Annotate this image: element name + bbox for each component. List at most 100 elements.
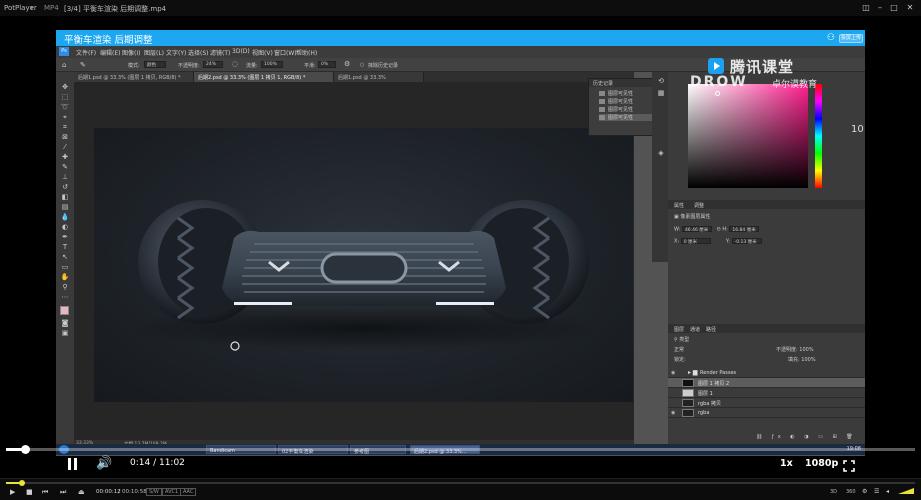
chevron-down-icon[interactable]: ▾ [30,4,34,12]
pp-seek-knob[interactable] [19,480,26,486]
pp-tag[interactable]: S/W [146,488,162,496]
menu-image[interactable]: 图像(I) [122,48,140,57]
menu-select[interactable]: 选择(S) [188,48,209,57]
frame-tool-icon[interactable]: ⊠ [60,134,70,141]
home-icon[interactable]: ⌂ [62,61,66,69]
layer-row[interactable]: 图层 1 [668,388,865,398]
next-icon[interactable]: ⏭ [60,488,66,497]
gradient-tool-icon[interactable]: ▤ [60,204,70,211]
crop-tool-icon[interactable]: ⌗ [60,124,70,131]
eye-icon[interactable]: ◉ [671,410,675,416]
smooth-input[interactable]: 0% [318,61,336,68]
speed-button[interactable]: 1x [780,458,793,469]
zoom-tool-icon[interactable]: ⚲ [60,284,70,291]
layer-actions[interactable]: ⛓ ƒx ◐ ◑ ▭ ⊞ 🗑 [756,434,857,440]
width-input[interactable]: 46.46 厘米 [681,226,712,233]
layer-row[interactable]: ◉ rgba [668,408,865,418]
pp-seek-bar[interactable] [6,480,915,486]
eye-icon[interactable]: ◉ [671,370,675,376]
share-icon[interactable]: ⚇ [827,33,835,43]
blur-tool-icon[interactable]: 💧 [60,214,70,221]
menu-layer[interactable]: 图层(L) [144,48,164,57]
video-area[interactable]: 平衡车渲染 后期调整 ⚇ 投屏上传 Ps 文件(F) 编辑(E) 图像(I) 图… [0,16,921,456]
hue-slider[interactable] [815,84,822,188]
minimize-icon[interactable]: – [874,2,886,14]
close-icon[interactable]: ✕ [904,2,916,14]
canvas-area[interactable] [74,82,634,440]
flow-input[interactable]: 100% [261,61,283,68]
eraser-icon[interactable]: ✎ [80,61,86,69]
quick-mask-icon[interactable]: ◙ [60,320,70,327]
eraser-tool-icon[interactable]: ◧ [60,194,70,201]
menu-file[interactable]: 文件(F) [76,48,96,57]
menu-3d[interactable]: 3D(D) [232,48,250,55]
layer-opacity[interactable]: 不透明度: 100% [776,346,814,353]
menu-filter[interactable]: 滤镜(T) [210,48,230,57]
hand-tool-icon[interactable]: ✋ [60,274,70,281]
document-canvas[interactable] [94,128,633,402]
menu-help[interactable]: 帮助(H) [296,48,317,57]
more-tools-icon[interactable]: ⋯ [60,294,70,301]
path-select-tool-icon[interactable]: ↖ [60,254,70,261]
tab-layers[interactable]: 图层 [674,326,684,333]
menu-view[interactable]: 视图(V) [252,48,273,57]
eyedropper-tool-icon[interactable]: ⁄ [60,144,70,151]
share-button[interactable]: 投屏上传 [839,34,863,43]
layer-row[interactable]: ◉ ▸ ▆ Render Passes [668,368,865,378]
settings-icon[interactable]: ⚙ [862,488,867,495]
history-panel-icon[interactable]: ⟲ [656,78,666,85]
layer-row[interactable]: rgba 拷贝 [668,398,865,408]
seek-knob[interactable] [21,445,31,454]
doc-tab-1[interactable]: 后期1.psd @ 33.3% (图层 1 拷贝, RGB/8) * [74,72,194,82]
erase-history-checkbox[interactable]: ○ [360,62,364,68]
menu-type[interactable]: 文字(Y) [166,48,186,57]
menu-window[interactable]: 窗口(W) [274,48,297,57]
playlist-icon[interactable]: ☰ [874,488,879,495]
layer-filter[interactable]: ⚲ 类型 [674,336,689,343]
fullscreen-icon[interactable] [843,457,855,472]
history-brush-tool-icon[interactable]: ↺ [60,184,70,191]
doc-tab-3[interactable]: 后期1.psd @ 33.3% [334,72,424,82]
pen-tool-icon[interactable]: ✒ [60,234,70,241]
tab-properties[interactable]: 属性 [674,202,684,209]
maximize-icon[interactable]: □ [888,2,900,14]
brush-tool-icon[interactable]: ✎ [60,164,70,171]
color-field[interactable] [688,84,808,188]
type-tool-icon[interactable]: T [60,244,70,251]
healing-tool-icon[interactable]: ✚ [60,154,70,161]
color-picker-dot[interactable] [715,91,720,96]
stamp-tool-icon[interactable]: ⊥ [60,174,70,181]
layer-fill[interactable]: 填充: 100% [788,356,816,363]
3d-panel-icon[interactable]: ◈ [656,150,666,157]
height-input[interactable]: 16.84 厘米 [729,226,760,233]
marquee-tool-icon[interactable]: ⬚ [60,94,70,101]
doc-tab-2[interactable]: 后期2.psd @ 33.3% (图层 1 拷贝 1, RGB/8) * [194,72,334,82]
menu-edit[interactable]: 编辑(E) [100,48,120,57]
blend-mode-select[interactable]: 正常 [674,346,684,353]
opacity-input[interactable]: 24% [203,61,223,68]
link-icon[interactable]: ⊝ [717,227,721,233]
quick-select-tool-icon[interactable]: ⌖ [60,114,70,121]
pp-360[interactable]: 360 [846,489,856,495]
y-input[interactable]: -0.13 厘米 [731,238,762,245]
mode-select[interactable]: 颜色 [144,61,166,68]
foreground-color-swatch[interactable] [60,306,69,315]
volume-icon[interactable]: 🔊 [96,456,112,471]
screen-mode-icon[interactable]: ▣ [60,330,70,337]
gear-icon[interactable]: ⚙ [344,60,350,68]
tab-adjustments[interactable]: 调整 [694,202,704,209]
dodge-tool-icon[interactable]: ◐ [60,224,70,231]
pp-volume-slider[interactable] [898,488,914,494]
pp-tag[interactable]: AAC [180,488,197,496]
tab-paths[interactable]: 路径 [706,326,716,333]
swatches-panel-icon[interactable]: ▦ [656,90,666,97]
tab-channels[interactable]: 通道 [690,326,700,333]
move-tool-icon[interactable]: ✥ [60,84,70,91]
seek-bar[interactable] [6,445,915,454]
stop-icon[interactable]: ■ [26,488,33,496]
pp-3d[interactable]: 3D [830,489,837,495]
x-input[interactable]: 0 厘米 [680,238,711,245]
speaker-icon[interactable]: ◂ [886,488,889,495]
layer-row-selected[interactable]: 图层 1 拷贝 2 [668,378,865,388]
eject-icon[interactable]: ⏏ [78,488,85,496]
